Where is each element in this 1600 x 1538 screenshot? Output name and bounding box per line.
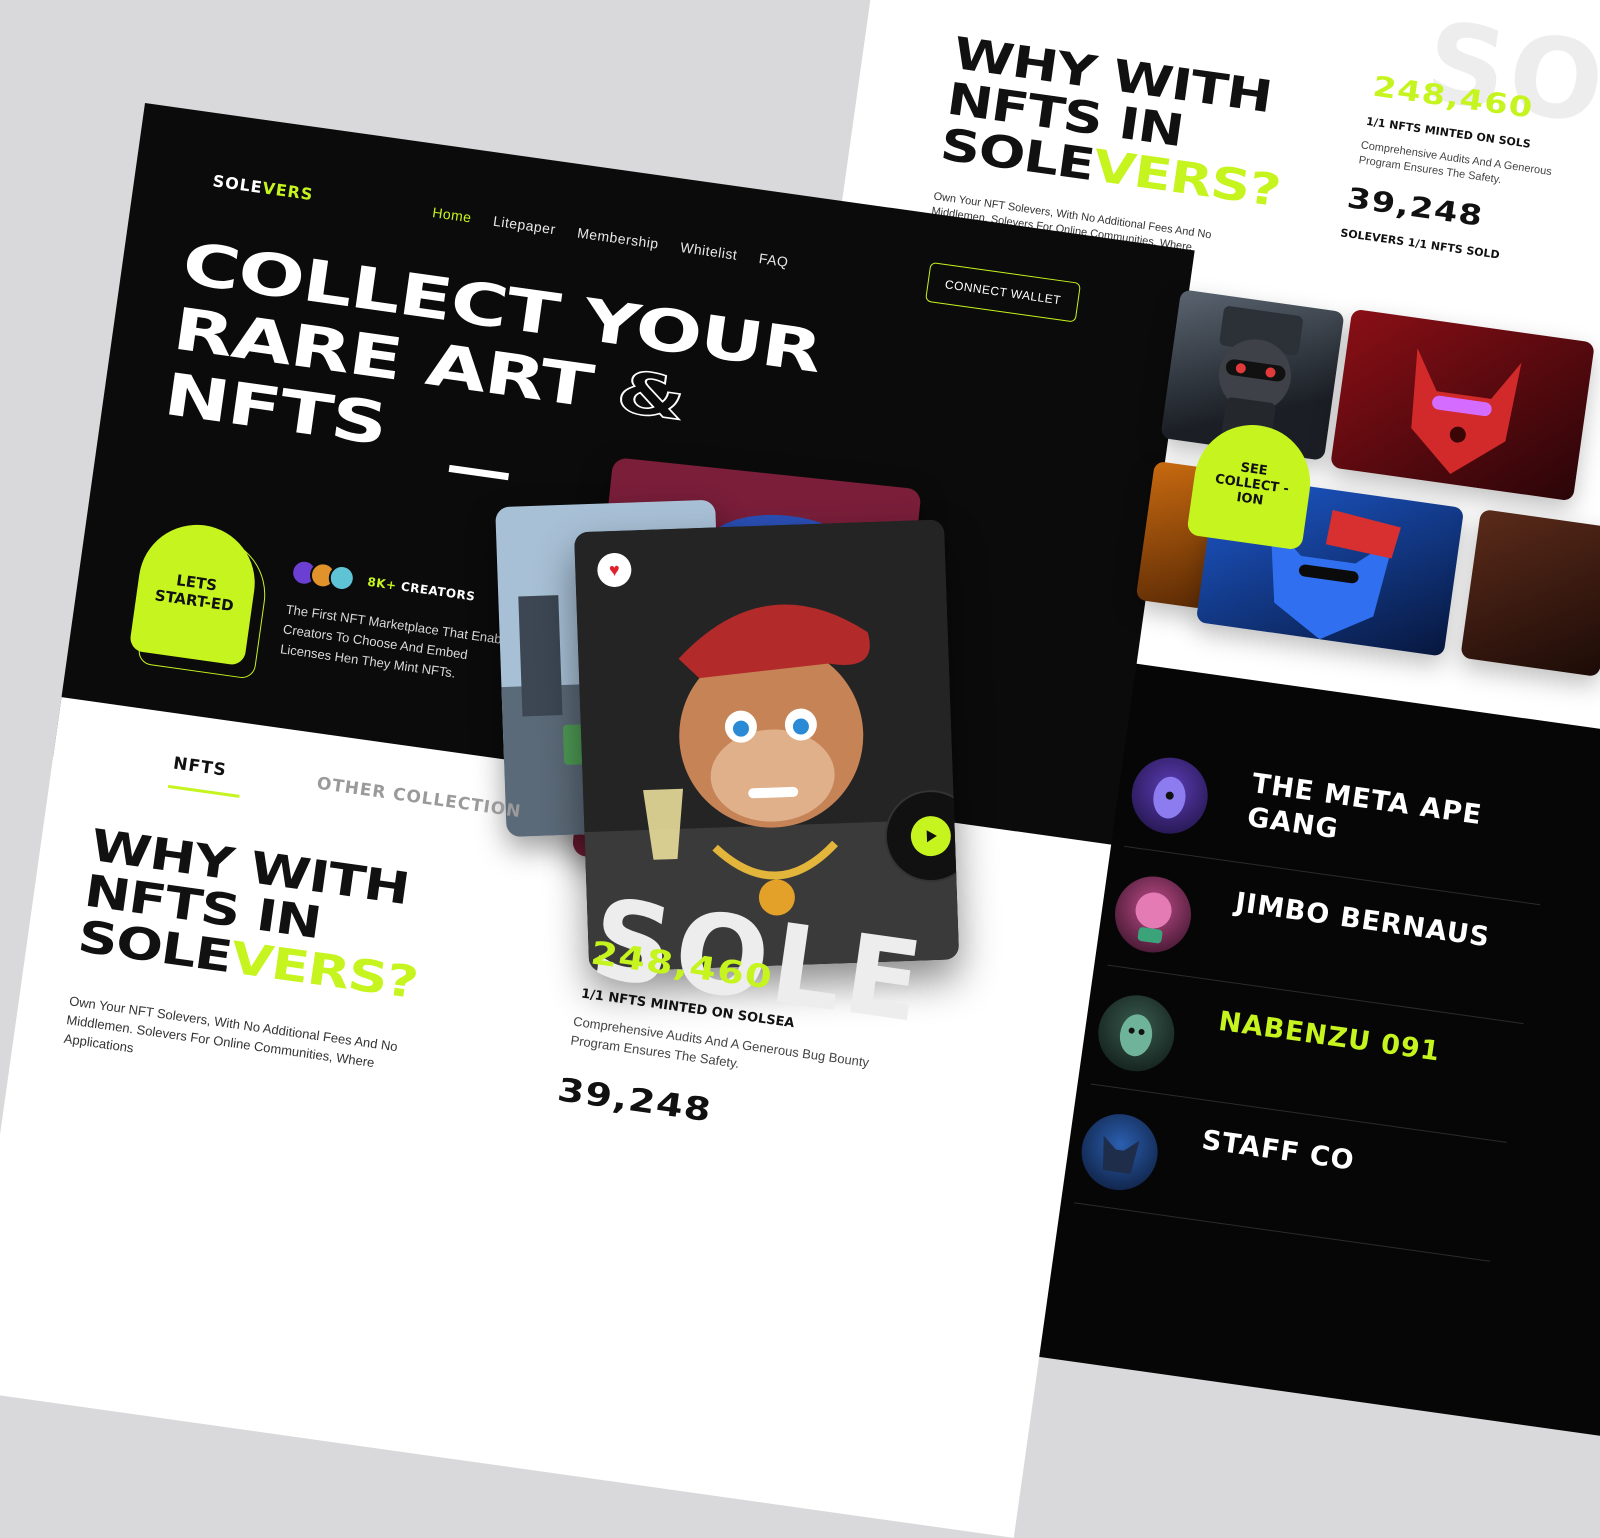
collection-avatar-blue [1076, 1109, 1163, 1196]
collection-avatar-egg [1126, 752, 1213, 839]
why-title: WHY WITH NFTS IN SOLEVERS? [937, 27, 1283, 218]
red-cat-illustration [1411, 348, 1522, 474]
collection-name: THE META APE GANG [1245, 768, 1485, 846]
nft-tile-brown[interactable] [1460, 508, 1600, 678]
play-icon [910, 815, 952, 857]
stat-sold-value: 39,248 [1345, 181, 1486, 233]
nft-tile-red-cat[interactable] [1330, 308, 1595, 502]
collection-avatar-pink [1110, 871, 1196, 958]
collection-avatar-green-egg [1093, 990, 1180, 1077]
hero-page: SOLEVERS Home Litepaper Membership White… [0, 103, 1195, 1538]
